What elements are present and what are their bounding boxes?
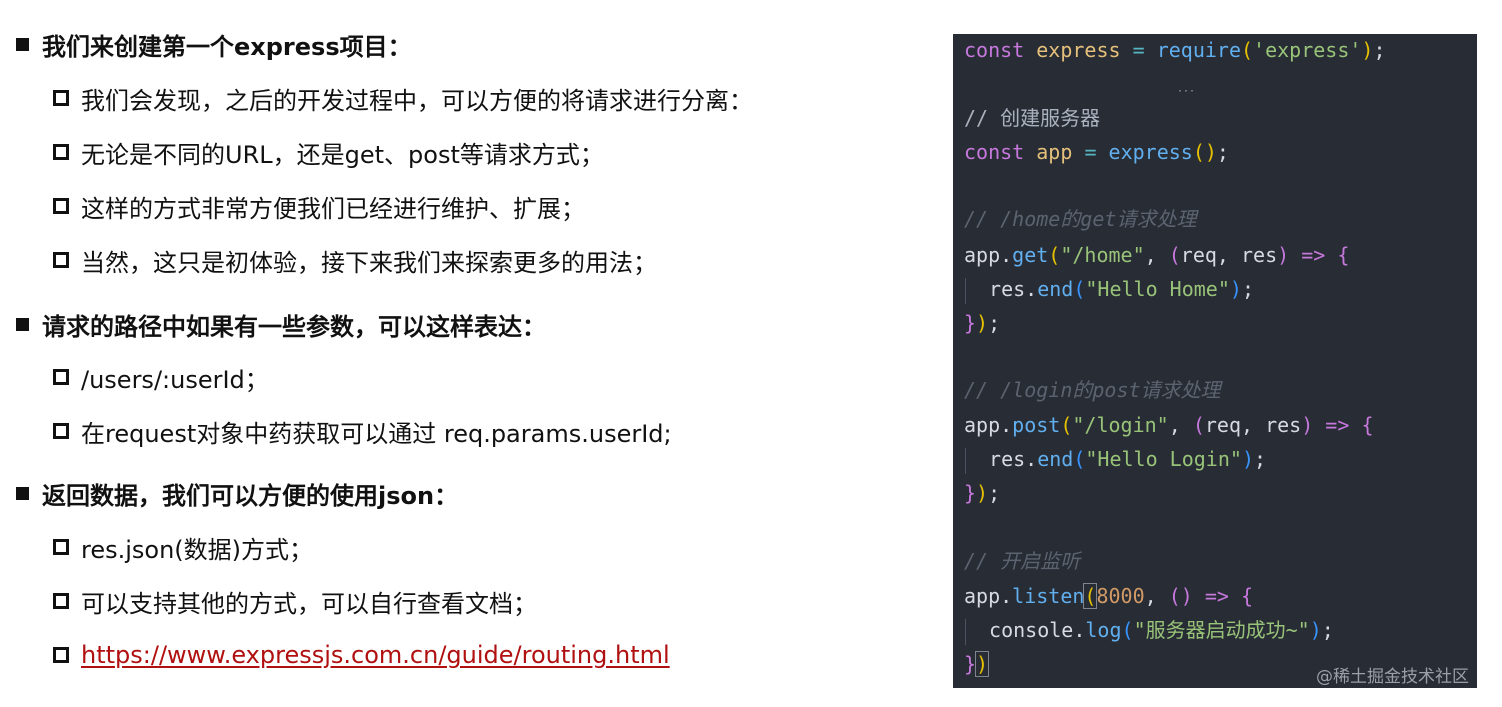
code-line: }); [964,481,1001,505]
code-token: listen [1012,584,1085,608]
code-token: const [964,140,1025,164]
heading-text: 返回数据，我们可以方便的使用json： [42,481,459,510]
code-token: "/home" [1060,243,1145,267]
list-item: 在request对象中药获取可以通过 req.params.userId; [53,411,672,451]
code-token: "Hello Home" [1085,277,1230,301]
code-line: }) [964,651,990,677]
list-item: 这样的方式非常方便我们已经进行维护、扩展； [53,186,585,226]
code-token: express [1108,140,1193,164]
code-token: app [1036,140,1073,164]
code-line: const app = express(); [964,140,1229,164]
code-token: = [1084,140,1097,164]
code-token: console [989,618,1074,642]
code-token: req [1204,413,1241,437]
hollow-square-bullet-icon [53,647,69,663]
code-comment: // /home的get请求处理 [964,207,1197,231]
filled-square-bullet-icon [16,317,29,331]
code-token: req [1180,243,1217,267]
hollow-square-bullet-icon [53,90,69,106]
code-token: "Hello Login" [1085,447,1242,471]
hollow-square-bullet-icon [53,539,69,555]
heading-return-json: 返回数据，我们可以方便的使用json： [16,473,458,513]
heading-text: 请求的路径中如果有一些参数，可以这样表达： [42,312,546,341]
list-item: /users/:userId； [53,357,269,397]
routing-guide-link[interactable]: https://www.expressjs.com.cn/guide/routi… [81,641,670,669]
list-item-text: 可以支持其他的方式，可以自行查看文档； [81,589,537,618]
slide-text-panel: 我们来创建第一个express项目： 我们会发现，之后的开发过程中，可以方便的将… [0,0,930,707]
code-token: 'express' [1253,38,1362,62]
list-item-text: 这样的方式非常方便我们已经进行维护、扩展； [81,194,585,223]
code-line: }); [964,311,1001,335]
list-item: https://www.expressjs.com.cn/guide/routi… [53,635,670,675]
code-line: app.get("/home", (req, res) => { [964,243,1350,267]
code-token: res [1241,243,1278,267]
filled-square-bullet-icon [16,37,29,51]
code-line: res.end("Hello Home"); [964,274,1254,304]
filled-square-bullet-icon [16,486,29,500]
code-token: 8000 [1096,584,1145,608]
code-token: get [1012,243,1049,267]
list-item: res.json(数据)方式； [53,527,313,567]
hollow-square-bullet-icon [53,423,69,439]
code-comment: // 开启监听 [964,549,1081,573]
code-line: res.end("Hello Login"); [964,444,1266,474]
code-token: const [964,38,1025,62]
list-item-text: 在request对象中药获取可以通过 req.params.userId; [81,419,672,448]
code-line: const express = require('express'); [964,38,1386,62]
watermark: @稀土掘金技术社区 [1316,667,1469,687]
list-item: 无论是不同的URL，还是get、post等请求方式； [53,132,604,172]
code-token: => [1325,413,1350,437]
code-line: app.listen(8000, () => { [964,583,1254,609]
list-item-text: 当然，这只是初体验，接下来我们来探索更多的用法； [81,248,657,277]
hollow-square-bullet-icon [53,369,69,385]
code-token: => [1301,243,1326,267]
code-token: res [1265,413,1302,437]
code-line: console.log("服务器启动成功~"); [964,615,1334,645]
heading-path-params: 请求的路径中如果有一些参数，可以这样表达： [16,304,546,344]
code-token: express [1036,38,1121,62]
code-comment: // /login的post请求处理 [964,378,1221,402]
code-comment: // 创建服务器 [964,106,1101,130]
code-token: "服务器启动成功~" [1133,618,1310,642]
list-item-text: /users/:userId； [81,365,269,394]
heading-create-project: 我们来创建第一个express项目： [16,24,412,64]
list-item: 可以支持其他的方式，可以自行查看文档； [53,581,537,621]
code-token: post [1012,413,1061,437]
list-item-text: res.json(数据)方式； [81,535,314,564]
code-token: "/login" [1072,413,1169,437]
code-token: log [1085,618,1122,642]
list-item: 我们会发现，之后的开发过程中，可以方便的将请求进行分离： [53,78,753,118]
heading-text: 我们来创建第一个express项目： [42,32,412,61]
code-editor-panel: const express = require('express'); ··· … [953,34,1477,688]
code-token: = [1132,38,1145,62]
list-item-text: 我们会发现，之后的开发过程中，可以方便的将请求进行分离： [81,86,753,115]
list-item-text: 无论是不同的URL，还是get、post等请求方式； [81,140,604,169]
code-token: => [1204,584,1229,608]
hollow-square-bullet-icon [53,198,69,214]
code-token: end [1037,277,1074,301]
code-line: app.post("/login", (req, res) => { [964,413,1374,437]
hollow-square-bullet-icon [53,252,69,268]
list-item: 当然，这只是初体验，接下来我们来探索更多的用法； [53,240,657,280]
ellipsis-hint-icon: ··· [1177,86,1196,97]
hollow-square-bullet-icon [53,144,69,160]
hollow-square-bullet-icon [53,593,69,609]
code-token: require [1156,38,1241,62]
code-token: end [1037,447,1074,471]
